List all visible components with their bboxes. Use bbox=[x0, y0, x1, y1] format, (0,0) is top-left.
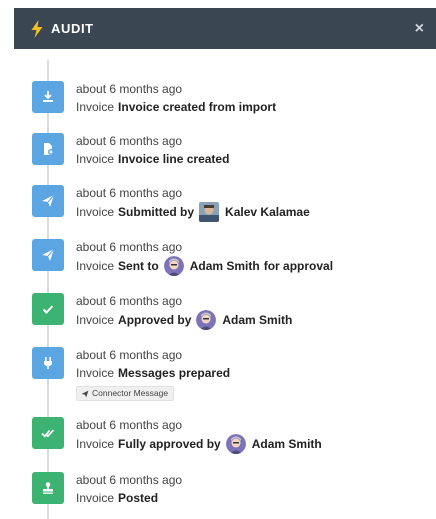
entry-action: Posted bbox=[118, 491, 159, 505]
user-name[interactable]: Adam Smith bbox=[252, 435, 322, 453]
paper-plane-icon bbox=[32, 185, 64, 217]
user-name[interactable]: Kalev Kalamae bbox=[225, 203, 310, 221]
audit-header: AUDIT × bbox=[14, 8, 436, 49]
entry-timestamp: about 6 months ago bbox=[76, 294, 183, 308]
user-avatar[interactable] bbox=[199, 202, 220, 222]
user-avatar[interactable] bbox=[163, 256, 184, 276]
entry-action: Messages prepared bbox=[118, 366, 231, 380]
entry-object: Invoice bbox=[76, 205, 115, 219]
entry-timestamp: about 6 months ago bbox=[76, 418, 183, 432]
entry-action: Approved by bbox=[118, 313, 192, 327]
paper-plane-icon bbox=[32, 239, 64, 271]
entry-object: Invoice bbox=[76, 491, 115, 505]
user-avatar[interactable] bbox=[196, 310, 217, 330]
close-button[interactable]: × bbox=[415, 20, 424, 37]
paper-plane-icon bbox=[81, 390, 89, 397]
entry-timestamp: about 6 months ago bbox=[76, 186, 183, 200]
download-icon bbox=[32, 81, 64, 113]
entry-object: Invoice bbox=[76, 313, 115, 327]
entry-action: Invoice line created bbox=[118, 152, 230, 166]
entry-action: Submitted by bbox=[118, 205, 195, 219]
entry-object: Invoice bbox=[76, 152, 115, 166]
check-icon bbox=[32, 293, 64, 325]
user-name[interactable]: Adam Smith bbox=[190, 257, 260, 275]
connector-message-tag[interactable]: Connector Message bbox=[76, 386, 175, 401]
entry-action-suffix: for approval bbox=[263, 259, 334, 273]
document-plus-icon bbox=[32, 133, 64, 165]
stamp-icon bbox=[32, 472, 64, 504]
entry-object: Invoice bbox=[76, 100, 115, 114]
plug-icon bbox=[32, 347, 64, 379]
timeline-line bbox=[47, 60, 49, 519]
entry-timestamp: about 6 months ago bbox=[76, 348, 183, 362]
user-avatar[interactable] bbox=[225, 434, 246, 454]
entry-object: Invoice bbox=[76, 437, 115, 451]
entry-action: Sent to bbox=[118, 259, 159, 273]
entry-action: Fully approved by bbox=[118, 437, 221, 451]
user-name[interactable]: Adam Smith bbox=[222, 311, 292, 329]
double-check-icon bbox=[32, 417, 64, 449]
lightning-icon bbox=[30, 19, 44, 38]
entry-timestamp: about 6 months ago bbox=[76, 82, 183, 96]
entry-timestamp: about 6 months ago bbox=[76, 473, 183, 487]
entry-object: Invoice bbox=[76, 366, 115, 380]
audit-panel: AUDIT × about 6 months ago Invoice Invoi… bbox=[0, 0, 436, 519]
entry-timestamp: about 6 months ago bbox=[76, 134, 183, 148]
panel-title: AUDIT bbox=[51, 21, 94, 36]
tag-label: Connector Message bbox=[92, 388, 169, 398]
entry-object: Invoice bbox=[76, 259, 115, 273]
entry-action: Invoice created from import bbox=[118, 100, 277, 114]
entry-timestamp: about 6 months ago bbox=[76, 240, 183, 254]
